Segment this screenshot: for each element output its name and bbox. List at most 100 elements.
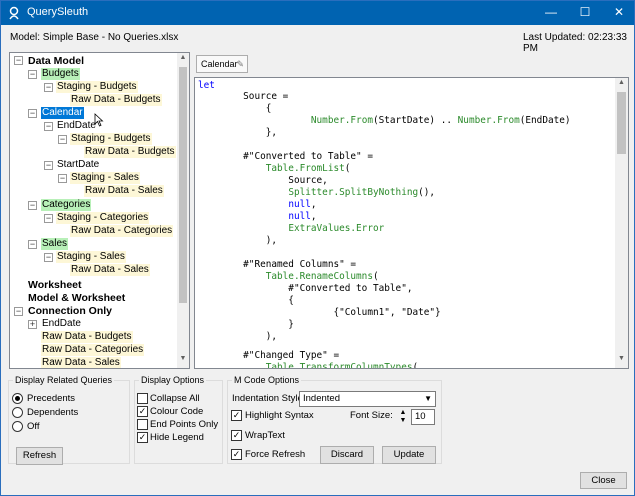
- tree-node-raw-data-budgets[interactable]: Raw Data - Budgets: [84, 146, 176, 158]
- tree-node-raw-data-categories[interactable]: Raw Data - Categories: [41, 344, 145, 356]
- code-line: null,: [288, 211, 317, 222]
- tree-node-raw-data-budgets[interactable]: Raw Data - Budgets: [70, 94, 162, 106]
- code-line: Number.From(StartDate) .. Number.From(En…: [310, 115, 571, 126]
- code-line: Source,: [198, 175, 328, 186]
- tree-node-enddate[interactable]: EndDate: [41, 318, 82, 330]
- code-line: Table.FromList(: [265, 163, 351, 174]
- collapse-icon[interactable]: −: [28, 201, 37, 210]
- tree-scrollbar[interactable]: ▲ ▼: [177, 53, 189, 368]
- off-label[interactable]: Off: [27, 421, 40, 432]
- highlight-syntax-checkbox[interactable]: ✓: [231, 410, 242, 421]
- collapse-icon[interactable]: −: [44, 253, 53, 262]
- colour-code-checkbox[interactable]: ✓: [137, 406, 148, 417]
- discard-button[interactable]: Discard: [320, 446, 374, 464]
- precedents-radio[interactable]: [12, 393, 23, 404]
- code-line: #"Renamed Columns" =: [198, 259, 357, 270]
- tree-node-sales[interactable]: Sales: [41, 238, 69, 250]
- tree-node-data-model[interactable]: Data Model: [27, 55, 85, 67]
- query-tree[interactable]: − Data Model − Budgets − Staging - Budge…: [9, 52, 190, 369]
- update-button[interactable]: Update: [382, 446, 436, 464]
- collapse-icon[interactable]: −: [58, 135, 67, 144]
- tree-node-raw-data-sales[interactable]: Raw Data - Sales: [41, 357, 121, 368]
- precedents-label[interactable]: Precedents: [27, 393, 75, 404]
- wraptext-checkbox[interactable]: ✓: [231, 430, 242, 441]
- scroll-down-icon[interactable]: ▼: [178, 355, 188, 367]
- font-size-stepper[interactable]: ▲ ▼: [398, 409, 408, 425]
- tree-node-staging-budgets[interactable]: Staging - Budgets: [56, 81, 138, 93]
- collapse-icon[interactable]: −: [28, 240, 37, 249]
- related-queries-title: Display Related Queries: [15, 375, 113, 385]
- highlight-syntax-label[interactable]: Highlight Syntax: [245, 410, 314, 421]
- tree-node-connection-only[interactable]: Connection Only: [27, 305, 113, 317]
- tree-node-raw-data-budgets[interactable]: Raw Data - Budgets: [41, 331, 133, 343]
- code-line: #"Changed Type" =: [198, 350, 340, 361]
- tree-node-staging-sales[interactable]: Staging - Sales: [56, 251, 126, 263]
- tree-node-categories[interactable]: Categories: [41, 199, 92, 211]
- tree-node-budgets[interactable]: Budgets: [41, 68, 80, 80]
- collapse-all-checkbox[interactable]: [137, 393, 148, 404]
- force-refresh-checkbox[interactable]: ✓: [231, 449, 242, 460]
- pin-icon[interactable]: ✎: [236, 56, 244, 72]
- chevron-down-icon: ▼: [424, 394, 432, 403]
- tree-node-raw-data-sales[interactable]: Raw Data - Sales: [84, 185, 164, 197]
- code-editor[interactable]: let Source = { Number.From(StartDate) ..…: [194, 77, 629, 369]
- collapse-icon[interactable]: −: [28, 70, 37, 79]
- code-line: Table.RenameColumns(: [265, 271, 379, 282]
- tree-node-model-worksheet[interactable]: Model & Worksheet: [27, 292, 126, 304]
- code-line: Source =: [198, 91, 289, 102]
- expand-icon[interactable]: +: [28, 320, 37, 329]
- indentation-style-select[interactable]: Indented ▼: [299, 391, 436, 407]
- refresh-button[interactable]: Refresh: [16, 447, 63, 465]
- title-bar: QuerySleuth — ☐ ✕: [1, 1, 634, 25]
- close-window-button[interactable]: ✕: [599, 1, 635, 25]
- close-button[interactable]: Close: [580, 472, 627, 489]
- code-line: Table.TransformColumnTypes(: [265, 362, 419, 369]
- scroll-thumb[interactable]: [617, 92, 626, 154]
- code-line: #"Converted to Table" =: [198, 151, 373, 162]
- editor-scrollbar[interactable]: ▲ ▼: [615, 78, 628, 368]
- collapse-icon[interactable]: −: [58, 174, 67, 183]
- collapse-icon[interactable]: −: [14, 56, 23, 65]
- scroll-down-icon[interactable]: ▼: [616, 355, 627, 367]
- tree-node-staging-sales[interactable]: Staging - Sales: [70, 172, 140, 184]
- font-size-input[interactable]: 10: [411, 409, 435, 425]
- end-points-only-label[interactable]: End Points Only: [150, 419, 218, 430]
- code-line: ),: [198, 235, 278, 246]
- off-radio[interactable]: [12, 421, 23, 432]
- indentation-style-label: Indentation Style:: [232, 393, 306, 404]
- code-line: Splitter.SplitByNothing(),: [288, 187, 436, 198]
- tree-node-raw-data-sales[interactable]: Raw Data - Sales: [70, 264, 150, 276]
- tree-node-worksheet[interactable]: Worksheet: [27, 279, 83, 291]
- tree-node-staging-budgets[interactable]: Staging - Budgets: [70, 133, 152, 145]
- collapse-icon[interactable]: −: [14, 307, 23, 316]
- display-options-group: Display Options Collapse All ✓ Colour Co…: [134, 375, 223, 464]
- collapse-icon[interactable]: −: [44, 214, 53, 223]
- tree-node-startdate[interactable]: StartDate: [56, 159, 100, 171]
- colour-code-label[interactable]: Colour Code: [150, 406, 203, 417]
- tree-node-enddate[interactable]: EndDate: [56, 120, 97, 132]
- tab-calendar[interactable]: Calendar ✎: [196, 55, 248, 73]
- end-points-only-checkbox[interactable]: [137, 419, 148, 430]
- tree-node-calendar[interactable]: Calendar: [41, 107, 84, 119]
- dependents-label[interactable]: Dependents: [27, 407, 78, 418]
- collapse-icon[interactable]: −: [28, 109, 37, 118]
- tree-node-staging-categories[interactable]: Staging - Categories: [56, 212, 150, 224]
- tree-node-raw-data-categories[interactable]: Raw Data - Categories: [70, 225, 174, 237]
- collapse-icon[interactable]: −: [44, 83, 53, 92]
- collapse-icon[interactable]: −: [44, 122, 53, 131]
- collapse-all-label[interactable]: Collapse All: [150, 393, 200, 404]
- collapse-icon[interactable]: −: [44, 161, 53, 170]
- app-icon: [9, 6, 19, 20]
- hide-legend-label[interactable]: Hide Legend: [150, 432, 204, 443]
- dependents-radio[interactable]: [12, 407, 23, 418]
- related-queries-group: Display Related Queries Precedents Depen…: [8, 375, 130, 465]
- scroll-up-icon[interactable]: ▲: [616, 79, 627, 91]
- wraptext-label[interactable]: WrapText: [245, 430, 285, 441]
- last-updated: Last Updated: 02:23:33 PM: [523, 32, 627, 54]
- hide-legend-checkbox[interactable]: ✓: [137, 432, 148, 443]
- force-refresh-label[interactable]: Force Refresh: [245, 449, 305, 460]
- code-line: }: [198, 319, 294, 330]
- scroll-up-icon[interactable]: ▲: [178, 54, 188, 66]
- font-size-label: Font Size:: [350, 410, 393, 421]
- scroll-thumb[interactable]: [179, 67, 187, 303]
